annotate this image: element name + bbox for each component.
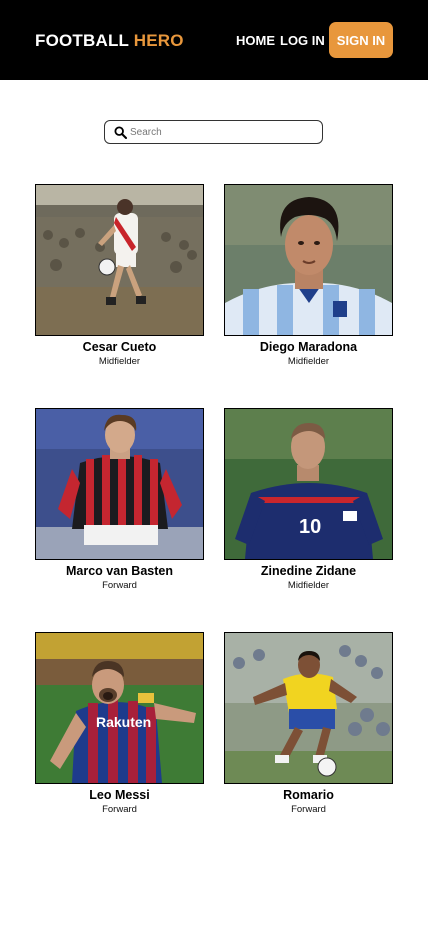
- player-name[interactable]: Romario: [224, 788, 393, 802]
- player-photo[interactable]: [224, 632, 393, 784]
- player-position: Midfielder: [287, 580, 330, 591]
- player-photo[interactable]: 10: [224, 408, 393, 560]
- player-photo-image: 10: [225, 409, 392, 559]
- player-photo-image: [225, 633, 392, 783]
- player-photo[interactable]: [35, 184, 204, 336]
- sign-in-button[interactable]: SIGN IN: [329, 22, 393, 58]
- player-photo-image: Rakuten: [36, 633, 203, 783]
- svg-text:10: 10: [299, 516, 321, 538]
- player-position: Forward: [102, 580, 137, 591]
- brand-text-hero: HERO: [133, 31, 184, 50]
- player-card[interactable]: Cesar Cueto Midfielder: [35, 184, 204, 384]
- brand-logo[interactable]: FOOTBALL HERO: [35, 31, 184, 51]
- search-bar[interactable]: [104, 120, 323, 144]
- player-position: Midfielder: [98, 356, 141, 367]
- player-card[interactable]: 10 Zinedine Zidane Midfielder: [224, 408, 393, 608]
- player-photo[interactable]: Rakuten: [35, 632, 204, 784]
- player-name[interactable]: Marco van Basten: [35, 564, 204, 578]
- player-card[interactable]: Romario Forward: [224, 632, 393, 832]
- search-input[interactable]: [130, 123, 316, 141]
- player-position: Midfielder: [287, 356, 330, 367]
- player-name[interactable]: Diego Maradona: [224, 340, 393, 354]
- player-photo-image: [36, 409, 203, 559]
- player-position: Forward: [102, 804, 137, 815]
- player-name[interactable]: Cesar Cueto: [35, 340, 204, 354]
- player-photo[interactable]: [224, 184, 393, 336]
- player-photo[interactable]: [35, 408, 204, 560]
- svg-text:Rakuten: Rakuten: [96, 714, 151, 730]
- nav-home-link[interactable]: HOME: [236, 33, 275, 48]
- nav-login-link[interactable]: LOG IN: [280, 33, 325, 48]
- player-photo-image: [225, 185, 392, 335]
- player-photo-image: [36, 185, 203, 335]
- top-navbar: FOOTBALL HERO HOME LOG IN SIGN IN: [0, 0, 428, 80]
- player-card[interactable]: Diego Maradona Midfielder: [224, 184, 393, 384]
- player-card[interactable]: Marco van Basten Forward: [35, 408, 204, 608]
- player-card[interactable]: Rakuten Leo Messi Forward: [35, 632, 204, 832]
- player-name[interactable]: Zinedine Zidane: [224, 564, 393, 578]
- player-position: Forward: [291, 804, 326, 815]
- brand-text-football: FOOTBALL: [35, 31, 129, 50]
- player-name[interactable]: Leo Messi: [35, 788, 204, 802]
- search-icon: [114, 126, 127, 139]
